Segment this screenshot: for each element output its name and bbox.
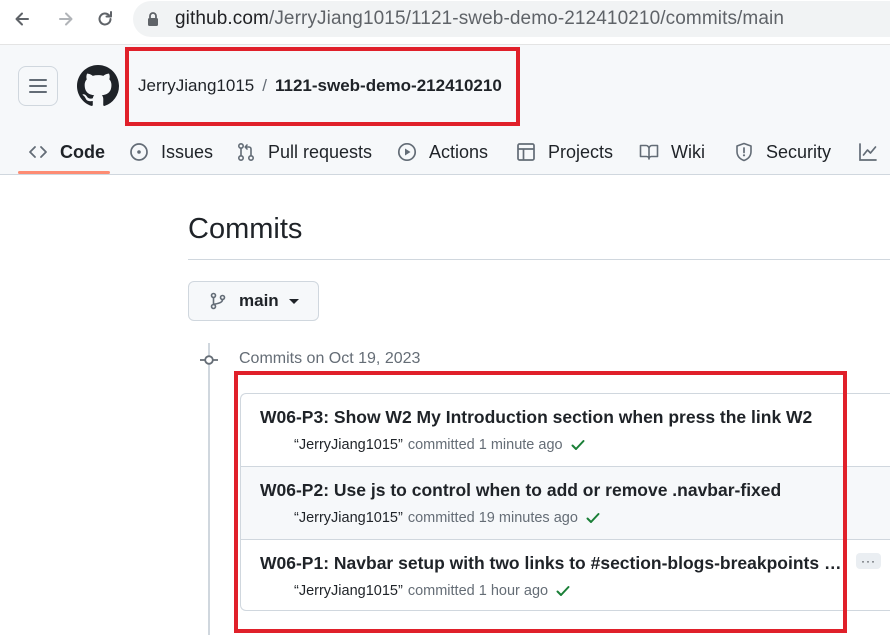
arrow-right-icon [59,12,73,26]
tab-label: Projects [548,141,614,162]
tab-issues[interactable]: Issues [129,129,213,175]
graph-icon [859,143,877,161]
highlight-box-commits [234,371,847,633]
play-icon [397,142,417,162]
highlight-box-repo-name [125,47,520,126]
tab-label: Security [766,141,832,162]
reload-button[interactable] [92,6,118,32]
reload-icon [98,11,112,26]
table-icon [517,143,535,161]
git-branch-icon [210,292,226,310]
browser-toolbar: github.com/JerryJiang1015/1121-sweb-demo… [0,0,890,45]
expand-message-button[interactable]: ··· [856,553,881,569]
branch-name: main [239,291,279,310]
forward-button[interactable] [53,6,79,32]
timeline-line [208,343,210,635]
shield-icon [736,142,752,162]
tab-security[interactable]: Security [734,129,831,175]
tab-insights[interactable] [858,129,890,175]
tab-projects[interactable]: Projects [516,129,613,175]
arrow-left-icon [15,12,29,26]
commit-group-header: Commits on Oct 19, 2023 [239,350,421,367]
repo-nav-tabs: Code Issues Pull requests Actions Projec… [0,129,890,175]
tab-label: Pull requests [268,141,373,162]
url-path: /JerryJiang1015/1121-sweb-demo-212410210… [268,8,785,29]
tab-label: Code [60,141,105,162]
lock-icon [148,12,158,26]
caret-down-icon [288,298,299,304]
menu-button[interactable] [18,66,58,106]
git-commit-icon [200,355,218,365]
tab-wiki[interactable]: Wiki [639,129,705,175]
page-title: Commits [188,213,303,245]
title-divider [188,259,890,260]
back-button[interactable] [9,6,35,32]
url-host: github.com [175,8,269,29]
url-text[interactable]: github.com/JerryJiang1015/1121-sweb-demo… [175,7,784,31]
git-pull-request-icon [237,142,255,162]
tab-pull-requests[interactable]: Pull requests [236,129,372,175]
tab-label: Actions [429,141,489,162]
address-bar[interactable]: github.com/JerryJiang1015/1121-sweb-demo… [133,1,890,37]
code-icon [29,146,47,158]
hamburger-icon [29,79,47,93]
github-logo-icon[interactable] [77,65,119,107]
active-tab-indicator [18,171,110,174]
tab-actions[interactable]: Actions [397,129,488,175]
branch-selector-button[interactable]: main [188,281,319,321]
book-icon [639,144,659,160]
tab-label: Issues [161,141,214,162]
tab-label: Wiki [671,141,705,162]
issue-opened-icon [130,143,148,161]
tab-code[interactable]: Code [28,129,105,175]
